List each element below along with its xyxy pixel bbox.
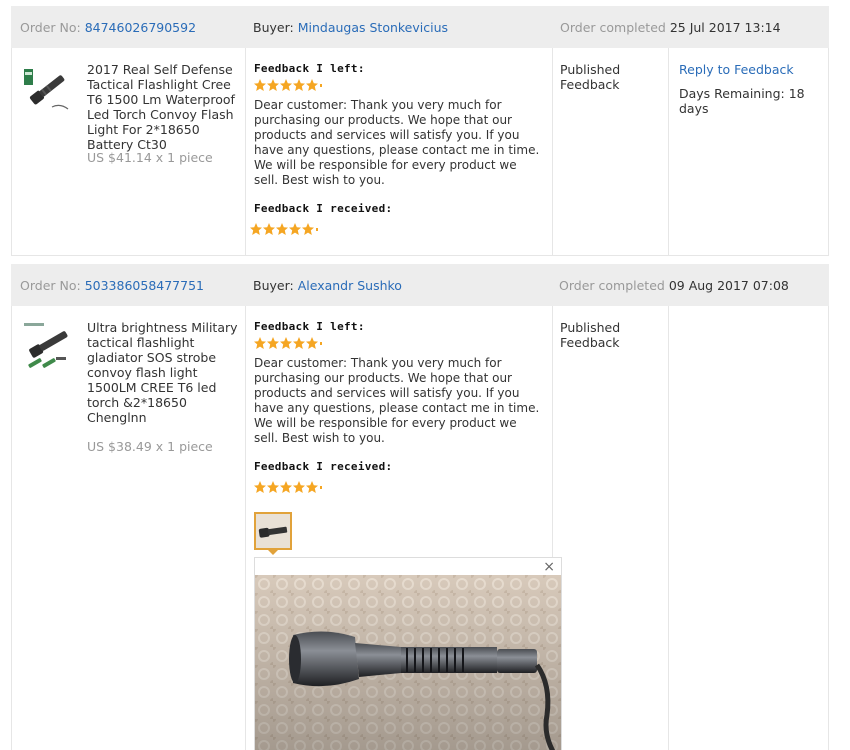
buyer: Buyer: Mindaugas Stonkevicius	[253, 20, 448, 35]
order-number: Order No: 84746026790592	[20, 20, 196, 35]
feedback-column: Feedback I left: Dear customer: Thank yo…	[254, 320, 544, 495]
product-title-link[interactable]: 2017 Real Self Defense Tactical Flashlig…	[87, 62, 247, 152]
star-icon	[254, 79, 318, 91]
completed-date: 25 Jul 2017 13:14	[669, 20, 781, 35]
product-price: US $38.49 x 1 piece	[87, 439, 213, 454]
feedback-left-stars	[254, 337, 322, 349]
feedback-received-label: Feedback I received:	[254, 202, 393, 215]
photo-preview-popup: ×	[254, 557, 562, 750]
column-divider	[668, 306, 669, 750]
buyer-name-link[interactable]: Mindaugas Stonkevicius	[298, 20, 448, 35]
flashlight-photo-icon	[256, 514, 290, 548]
feedback-left-text: Dear customer: Thank you very much for p…	[254, 356, 540, 445]
status-line: Feedback	[560, 77, 620, 92]
product-price: US $41.14 x 1 piece	[87, 150, 213, 165]
order-no-label: Order No:	[20, 20, 81, 35]
preview-caret	[268, 550, 278, 555]
buyer-name-link[interactable]: Alexandr Sushko	[298, 278, 402, 293]
feedback-photo-thumbnail[interactable]	[254, 512, 292, 550]
order-completed: Order completed 09 Aug 2017 07:08	[559, 278, 789, 293]
status-line: Published	[560, 62, 621, 77]
order-number: Order No: 503386058477751	[20, 278, 204, 293]
close-icon[interactable]: ×	[543, 559, 555, 575]
feedback-status: Published Feedback	[560, 62, 620, 92]
order-card: Order No: 84746026790592 Buyer: Mindauga…	[11, 6, 829, 256]
status-line: Feedback	[560, 335, 620, 350]
order-no-label: Order No:	[20, 278, 81, 293]
buyer-label: Buyer:	[253, 278, 294, 293]
completed-date: 09 Aug 2017 07:08	[668, 278, 789, 293]
days-remaining: Days Remaining: 18 days	[679, 86, 805, 116]
flashlight-photo	[255, 575, 561, 750]
feedback-received-stars	[250, 223, 318, 235]
product-thumbnail[interactable]	[22, 63, 74, 115]
star-icon	[254, 481, 318, 493]
product-title-link[interactable]: Ultra brightness Military tactical flash…	[87, 320, 247, 425]
order-no-link[interactable]: 503386058477751	[85, 278, 204, 293]
feedback-left-text: Dear customer: Thank you very much for p…	[254, 98, 540, 187]
buyer-label: Buyer:	[253, 20, 294, 35]
order-header: Order No: 84746026790592 Buyer: Mindauga…	[11, 6, 829, 48]
order-body: Ultra brightness Military tactical flash…	[11, 306, 829, 750]
star-icon	[250, 223, 314, 235]
column-divider	[552, 48, 553, 255]
completed-label: Order completed	[560, 20, 666, 35]
order-card: Order No: 503386058477751 Buyer: Alexand…	[11, 264, 829, 750]
feedback-status: Published Feedback	[560, 320, 620, 350]
feedback-received-label: Feedback I received:	[254, 460, 393, 473]
completed-label: Order completed	[559, 278, 665, 293]
feedback-column: Feedback I left: Dear customer: Thank yo…	[250, 62, 544, 237]
star-icon	[254, 337, 318, 349]
buyer: Buyer: Alexandr Sushko	[253, 278, 402, 293]
column-divider	[668, 48, 669, 255]
order-no-link[interactable]: 84746026790592	[85, 20, 196, 35]
feedback-left-label: Feedback I left:	[254, 320, 365, 333]
order-body: 2017 Real Self Defense Tactical Flashlig…	[11, 48, 829, 256]
order-header: Order No: 503386058477751 Buyer: Alexand…	[11, 264, 829, 306]
reply-to-feedback-link[interactable]: Reply to Feedback	[679, 62, 794, 77]
status-line: Published	[560, 320, 621, 335]
feedback-left-label: Feedback I left:	[254, 62, 365, 75]
product-thumbnail[interactable]	[22, 321, 74, 373]
order-completed: Order completed 25 Jul 2017 13:14	[560, 20, 781, 35]
feedback-left-stars	[254, 79, 322, 91]
feedback-received-stars	[254, 481, 322, 493]
